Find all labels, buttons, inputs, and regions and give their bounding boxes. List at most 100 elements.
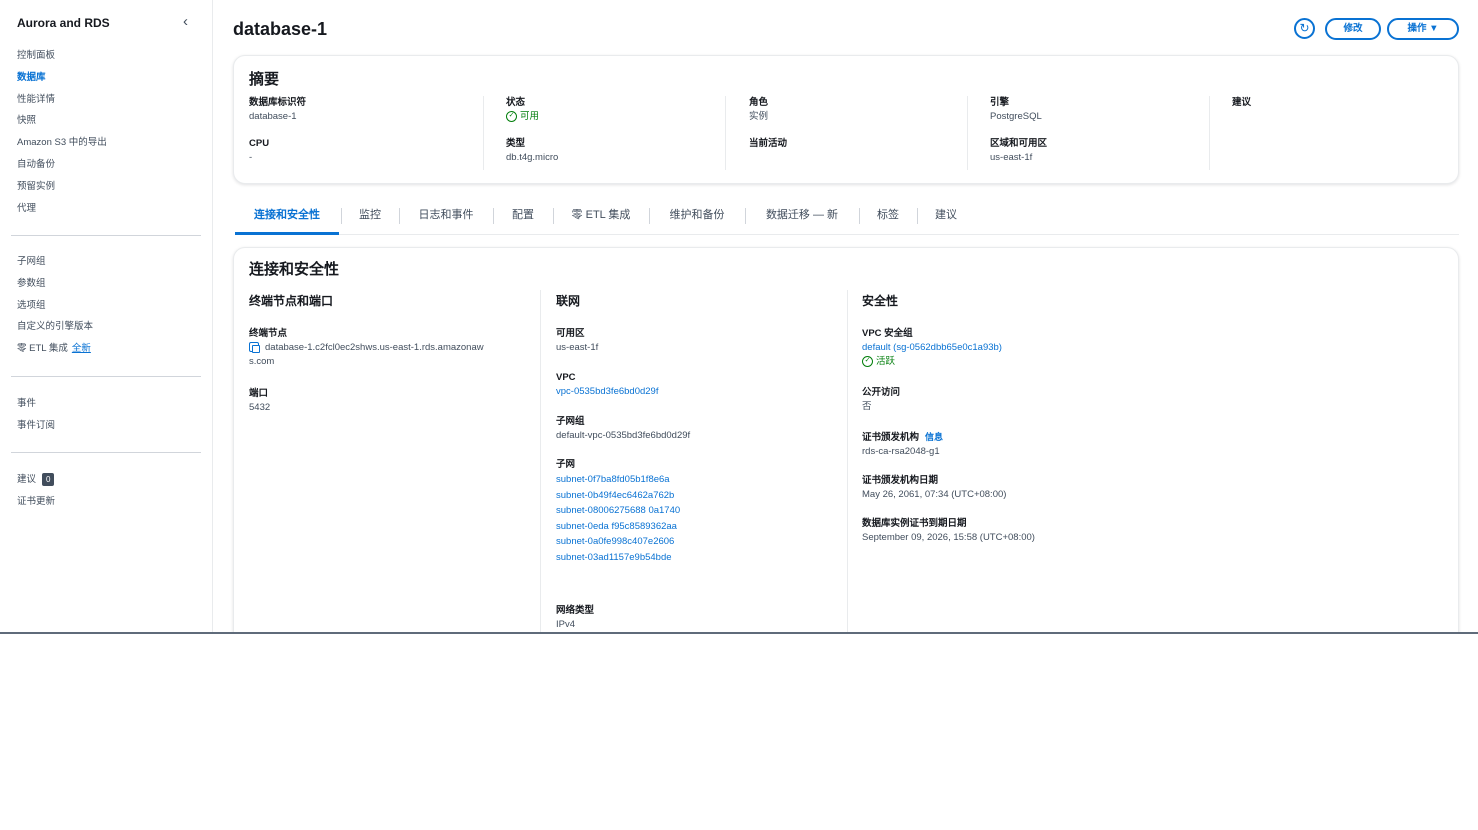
security-heading: 安全性 <box>862 294 899 308</box>
network-type-label: 网络类型 <box>556 605 595 616</box>
check-circle-icon: ✓ <box>506 110 517 122</box>
rds-console-viewport: Aurora and RDS ‹ 控制面板 数据库 性能详情 快照 Amazon… <box>0 0 1478 633</box>
summary-divider <box>1209 96 1210 170</box>
vpc-label: VPC <box>556 372 576 383</box>
sidebar-item-events[interactable]: 事件 <box>17 393 55 415</box>
sidebar-group-events: 事件 事件订阅 <box>17 393 55 437</box>
sidebar-item-parameter-groups[interactable]: 参数组 <box>17 273 93 295</box>
subnet-link[interactable]: subnet-08006275688 0a1740 <box>556 503 680 519</box>
sidebar-item-snapshots[interactable]: 快照 <box>17 110 107 132</box>
tab-connectivity-security[interactable]: 连接和安全性 <box>235 200 339 235</box>
region-az-label: 区域和可用区 <box>990 138 1048 149</box>
tab-data-migration[interactable]: 数据迁移 — 新 <box>747 200 857 232</box>
sidebar-item-event-subscriptions[interactable]: 事件订阅 <box>17 415 55 437</box>
tab-logs-events[interactable]: 日志和事件 <box>401 200 491 232</box>
column-divider <box>847 290 848 633</box>
tab-divider <box>493 208 494 224</box>
role-label: 角色 <box>749 97 769 108</box>
sidebar-item-zero-etl[interactable]: 零 ETL 集成 全新 <box>17 338 93 360</box>
subnet-link[interactable]: subnet-0f7ba8fd05b1f8e6a <box>556 472 680 488</box>
cpu-label: CPU <box>249 138 270 149</box>
refresh-icon: ↻ <box>1299 21 1310 35</box>
sidebar-item-subnet-groups[interactable]: 子网组 <box>17 251 93 273</box>
network-type-value: IPv4 <box>556 619 576 630</box>
subnet-link[interactable]: subnet-03ad1157e9b54bde <box>556 550 680 566</box>
tab-recommendations[interactable]: 建议 <box>919 200 973 232</box>
db-identifier-value: database-1 <box>249 111 297 122</box>
summary-col-4: 引擎 PostgreSQL 区域和可用区 us-east-1f <box>990 96 1220 170</box>
sidebar-item-reserved-instances[interactable]: 预留实例 <box>17 176 107 198</box>
security-group-block: VPC 安全组 default (sg-0562dbb65e0c1a93b) ✓… <box>862 327 1002 369</box>
tab-tags[interactable]: 标签 <box>861 200 915 232</box>
actions-dropdown-button[interactable]: 操作 ▼ <box>1387 18 1459 40</box>
endpoint-port-heading: 终端节点和端口 <box>249 294 334 308</box>
sidebar-divider <box>11 376 201 377</box>
tab-divider <box>553 208 554 224</box>
tab-divider <box>859 208 860 224</box>
tab-zero-etl[interactable]: 零 ETL 集成 <box>555 200 647 232</box>
subnet-link[interactable]: subnet-0a0fe998c407e2606 <box>556 534 680 550</box>
sidebar-item-custom-engine-versions[interactable]: 自定义的引擎版本 <box>17 316 93 338</box>
summary-divider <box>483 96 484 170</box>
certificate-authority-label: 证书颁发机构 <box>862 432 920 443</box>
sidebar-item-recommendations-label: 建议 <box>17 474 37 485</box>
summary-col-3: 角色 实例 当前活动 <box>749 96 979 170</box>
sidebar-item-dashboard[interactable]: 控制面板 <box>17 45 107 67</box>
vpc-link[interactable]: vpc-0535bd3fe6bd0d29f <box>556 385 658 399</box>
connectivity-title: 连接和安全性 <box>249 261 340 278</box>
new-feature-link[interactable]: 全新 <box>72 343 91 354</box>
ca-date-value: May 26, 2061, 07:34 (UTC+08:00) <box>862 489 1007 500</box>
tab-divider <box>917 208 918 224</box>
engine-value: PostgreSQL <box>990 111 1042 122</box>
window-bottom-edge <box>0 632 1478 634</box>
sidebar-item-proxies[interactable]: 代理 <box>17 198 107 220</box>
ca-info-link[interactable]: 信息 <box>925 432 943 442</box>
certificate-authority-value: rds-ca-rsa2048-g1 <box>862 446 940 457</box>
tab-divider <box>341 208 342 224</box>
current-activity-label: 当前活动 <box>749 138 788 149</box>
sidebar-item-s3-exports[interactable]: Amazon S3 中的导出 <box>17 132 107 154</box>
sidebar-item-performance-insights[interactable]: 性能详情 <box>17 89 107 111</box>
az-block: 可用区 us-east-1f <box>556 327 598 355</box>
certificate-authority-block: 证书颁发机构 信息 rds-ca-rsa2048-g1 <box>862 430 943 459</box>
modify-button[interactable]: 修改 <box>1325 18 1381 40</box>
sidebar: Aurora and RDS ‹ 控制面板 数据库 性能详情 快照 Amazon… <box>0 0 213 633</box>
db-cert-expiry-block: 数据库实例证书到期日期 September 09, 2026, 15:58 (U… <box>862 517 1035 545</box>
tab-divider <box>745 208 746 224</box>
sidebar-item-option-groups[interactable]: 选项组 <box>17 295 93 317</box>
copy-icon[interactable] <box>249 342 260 354</box>
endpoint-value-continued: s.com <box>249 356 275 367</box>
engine-label: 引擎 <box>990 97 1010 108</box>
tab-monitoring[interactable]: 监控 <box>343 200 397 232</box>
sidebar-group-recommendations: 建议 0 证书更新 <box>17 469 55 513</box>
sidebar-item-recommendations[interactable]: 建议 0 <box>17 469 55 491</box>
column-divider <box>540 290 541 633</box>
sidebar-divider <box>11 235 201 236</box>
tab-configuration[interactable]: 配置 <box>495 200 551 232</box>
status-value: 可用 <box>520 111 540 122</box>
sidebar-item-certificate-update[interactable]: 证书更新 <box>17 491 55 513</box>
sidebar-item-databases[interactable]: 数据库 <box>17 67 107 89</box>
cpu-value: - <box>249 152 253 163</box>
port-value: 5432 <box>249 402 271 413</box>
network-type-block: 网络类型 IPv4 <box>556 604 594 632</box>
security-group-link[interactable]: default (sg-0562dbb65e0c1a93b) <box>862 341 1002 355</box>
vpc-block: VPC vpc-0535bd3fe6bd0d29f <box>556 371 658 399</box>
summary-col-5: 建议 <box>1232 96 1462 170</box>
sidebar-item-automated-backups[interactable]: 自动备份 <box>17 154 107 176</box>
db-cert-expiry-label: 数据库实例证书到期日期 <box>862 518 967 529</box>
sidebar-title: Aurora and RDS <box>17 16 110 30</box>
subnet-link[interactable]: subnet-0eda f95c8589362aa <box>556 519 680 535</box>
az-label: 可用区 <box>556 328 585 339</box>
refresh-button[interactable]: ↻ <box>1294 18 1315 39</box>
sidebar-group-config: 子网组 参数组 选项组 自定义的引擎版本 零 ETL 集成 全新 <box>17 251 93 360</box>
public-access-label: 公开访问 <box>862 387 901 398</box>
port-label: 端口 <box>249 388 269 399</box>
collapse-sidebar-icon[interactable]: ‹ <box>183 13 188 30</box>
sidebar-item-zero-etl-label: 零 ETL 集成 <box>17 343 68 355</box>
subnet-link[interactable]: subnet-0b49f4ec6462a762b <box>556 488 680 504</box>
subnet-group-label: 子网组 <box>556 416 585 427</box>
recommendation-label: 建议 <box>1232 97 1252 108</box>
class-value: db.t4g.micro <box>506 152 559 163</box>
tab-maintenance-backups[interactable]: 维护和备份 <box>651 200 743 232</box>
